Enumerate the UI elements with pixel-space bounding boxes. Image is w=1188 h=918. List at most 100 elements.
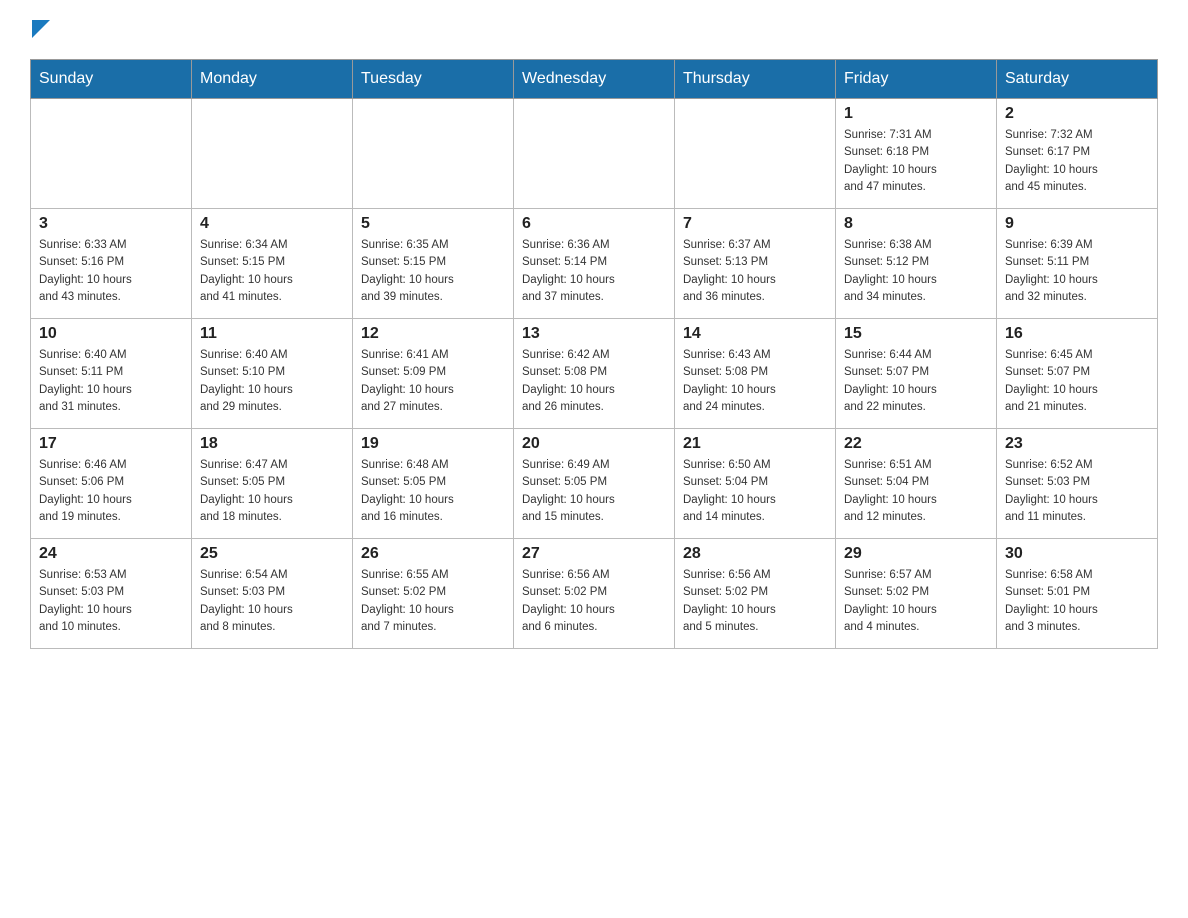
calendar-cell: 12 Sunrise: 6:41 AM Sunset: 5:09 PM Dayli… [353,319,514,429]
calendar-header-sunday: Sunday [31,60,192,99]
calendar-cell: 3 Sunrise: 6:33 AM Sunset: 5:16 PM Daylig… [31,209,192,319]
calendar-cell: 10 Sunrise: 6:40 AM Sunset: 5:11 PM Dayli… [31,319,192,429]
calendar-cell: 21 Sunrise: 6:50 AM Sunset: 5:04 PM Dayli… [675,429,836,539]
day-number: 17 [39,435,183,453]
day-number: 7 [683,215,827,233]
day-number: 18 [200,435,344,453]
calendar-cell: 1 Sunrise: 7:31 AM Sunset: 6:18 PM Daylig… [836,99,997,209]
day-number: 23 [1005,435,1149,453]
day-info: Sunrise: 6:40 AM Sunset: 5:11 PM Dayligh… [39,347,183,416]
calendar-cell: 4 Sunrise: 6:34 AM Sunset: 5:15 PM Daylig… [192,209,353,319]
calendar-cell: 24 Sunrise: 6:53 AM Sunset: 5:03 PM Dayli… [31,539,192,649]
calendar-cell: 9 Sunrise: 6:39 AM Sunset: 5:11 PM Daylig… [997,209,1158,319]
day-info: Sunrise: 6:39 AM Sunset: 5:11 PM Dayligh… [1005,237,1149,306]
calendar-header-saturday: Saturday [997,60,1158,99]
day-number: 30 [1005,545,1149,563]
day-info: Sunrise: 6:58 AM Sunset: 5:01 PM Dayligh… [1005,567,1149,636]
day-number: 20 [522,435,666,453]
day-info: Sunrise: 6:54 AM Sunset: 5:03 PM Dayligh… [200,567,344,636]
day-info: Sunrise: 6:55 AM Sunset: 5:02 PM Dayligh… [361,567,505,636]
calendar-cell: 14 Sunrise: 6:43 AM Sunset: 5:08 PM Dayli… [675,319,836,429]
calendar-week-row: 1 Sunrise: 7:31 AM Sunset: 6:18 PM Daylig… [31,99,1158,209]
day-number: 10 [39,325,183,343]
calendar-cell: 20 Sunrise: 6:49 AM Sunset: 5:05 PM Dayli… [514,429,675,539]
calendar-cell: 22 Sunrise: 6:51 AM Sunset: 5:04 PM Dayli… [836,429,997,539]
page-header [30,20,1158,43]
day-info: Sunrise: 6:51 AM Sunset: 5:04 PM Dayligh… [844,457,988,526]
day-info: Sunrise: 6:42 AM Sunset: 5:08 PM Dayligh… [522,347,666,416]
logo [30,20,50,43]
day-number: 14 [683,325,827,343]
day-info: Sunrise: 6:36 AM Sunset: 5:14 PM Dayligh… [522,237,666,306]
day-info: Sunrise: 6:34 AM Sunset: 5:15 PM Dayligh… [200,237,344,306]
day-number: 11 [200,325,344,343]
day-number: 16 [1005,325,1149,343]
day-number: 29 [844,545,988,563]
day-info: Sunrise: 6:40 AM Sunset: 5:10 PM Dayligh… [200,347,344,416]
calendar-cell: 11 Sunrise: 6:40 AM Sunset: 5:10 PM Dayli… [192,319,353,429]
calendar-cell: 27 Sunrise: 6:56 AM Sunset: 5:02 PM Dayli… [514,539,675,649]
calendar-cell: 8 Sunrise: 6:38 AM Sunset: 5:12 PM Daylig… [836,209,997,319]
day-number: 26 [361,545,505,563]
calendar-week-row: 24 Sunrise: 6:53 AM Sunset: 5:03 PM Dayli… [31,539,1158,649]
calendar-cell: 25Sunrise: 6:54 AM Sunset: 5:03 PM Dayli… [192,539,353,649]
calendar-cell: 30 Sunrise: 6:58 AM Sunset: 5:01 PM Dayli… [997,539,1158,649]
calendar-cell: 7 Sunrise: 6:37 AM Sunset: 5:13 PM Daylig… [675,209,836,319]
day-info: Sunrise: 6:43 AM Sunset: 5:08 PM Dayligh… [683,347,827,416]
calendar-cell: 19 Sunrise: 6:48 AM Sunset: 5:05 PM Dayli… [353,429,514,539]
day-number: 21 [683,435,827,453]
calendar-cell [514,99,675,209]
calendar-table: SundayMondayTuesdayWednesdayThursdayFrid… [30,59,1158,649]
calendar-cell: 29 Sunrise: 6:57 AM Sunset: 5:02 PM Dayli… [836,539,997,649]
day-number: 3 [39,215,183,233]
day-info: Sunrise: 6:47 AM Sunset: 5:05 PM Dayligh… [200,457,344,526]
day-info: Sunrise: 6:56 AM Sunset: 5:02 PM Dayligh… [522,567,666,636]
day-number: 6 [522,215,666,233]
day-info: Sunrise: 6:38 AM Sunset: 5:12 PM Dayligh… [844,237,988,306]
day-number: 24 [39,545,183,563]
calendar-header-wednesday: Wednesday [514,60,675,99]
day-number: 12 [361,325,505,343]
day-info: Sunrise: 6:37 AM Sunset: 5:13 PM Dayligh… [683,237,827,306]
calendar-cell: 28Sunrise: 6:56 AM Sunset: 5:02 PM Dayli… [675,539,836,649]
day-info: Sunrise: 6:53 AM Sunset: 5:03 PM Dayligh… [39,567,183,636]
calendar-header-thursday: Thursday [675,60,836,99]
day-info: Sunrise: 7:32 AM Sunset: 6:17 PM Dayligh… [1005,127,1149,196]
day-number: 5 [361,215,505,233]
calendar-cell: 16 Sunrise: 6:45 AM Sunset: 5:07 PM Dayli… [997,319,1158,429]
calendar-cell: 26 Sunrise: 6:55 AM Sunset: 5:02 PM Dayli… [353,539,514,649]
calendar-cell: 18 Sunrise: 6:47 AM Sunset: 5:05 PM Dayli… [192,429,353,539]
calendar-cell: 6 Sunrise: 6:36 AM Sunset: 5:14 PM Daylig… [514,209,675,319]
day-number: 8 [844,215,988,233]
calendar-header-friday: Friday [836,60,997,99]
day-info: Sunrise: 6:56 AM Sunset: 5:02 PM Dayligh… [683,567,827,636]
day-info: Sunrise: 6:49 AM Sunset: 5:05 PM Dayligh… [522,457,666,526]
day-info: Sunrise: 6:33 AM Sunset: 5:16 PM Dayligh… [39,237,183,306]
day-number: 22 [844,435,988,453]
day-info: Sunrise: 6:48 AM Sunset: 5:05 PM Dayligh… [361,457,505,526]
day-info: Sunrise: 6:57 AM Sunset: 5:02 PM Dayligh… [844,567,988,636]
day-number: 1 [844,105,988,123]
day-info: Sunrise: 6:45 AM Sunset: 5:07 PM Dayligh… [1005,347,1149,416]
day-info: Sunrise: 6:46 AM Sunset: 5:06 PM Dayligh… [39,457,183,526]
calendar-cell: 2 Sunrise: 7:32 AM Sunset: 6:17 PM Daylig… [997,99,1158,209]
day-number: 15 [844,325,988,343]
day-info: Sunrise: 6:41 AM Sunset: 5:09 PM Dayligh… [361,347,505,416]
day-number: 27 [522,545,666,563]
calendar-cell [353,99,514,209]
day-number: 13 [522,325,666,343]
day-number: 19 [361,435,505,453]
day-info: Sunrise: 6:50 AM Sunset: 5:04 PM Dayligh… [683,457,827,526]
day-info: Sunrise: 7:31 AM Sunset: 6:18 PM Dayligh… [844,127,988,196]
calendar-week-row: 3 Sunrise: 6:33 AM Sunset: 5:16 PM Daylig… [31,209,1158,319]
calendar-cell: 23Sunrise: 6:52 AM Sunset: 5:03 PM Dayli… [997,429,1158,539]
calendar-header-tuesday: Tuesday [353,60,514,99]
calendar-week-row: 10 Sunrise: 6:40 AM Sunset: 5:11 PM Dayli… [31,319,1158,429]
calendar-header-row: SundayMondayTuesdayWednesdayThursdayFrid… [31,60,1158,99]
day-number: 2 [1005,105,1149,123]
day-number: 4 [200,215,344,233]
calendar-cell [675,99,836,209]
calendar-cell: 5Sunrise: 6:35 AM Sunset: 5:15 PM Daylig… [353,209,514,319]
day-number: 9 [1005,215,1149,233]
calendar-cell: 15Sunrise: 6:44 AM Sunset: 5:07 PM Dayli… [836,319,997,429]
